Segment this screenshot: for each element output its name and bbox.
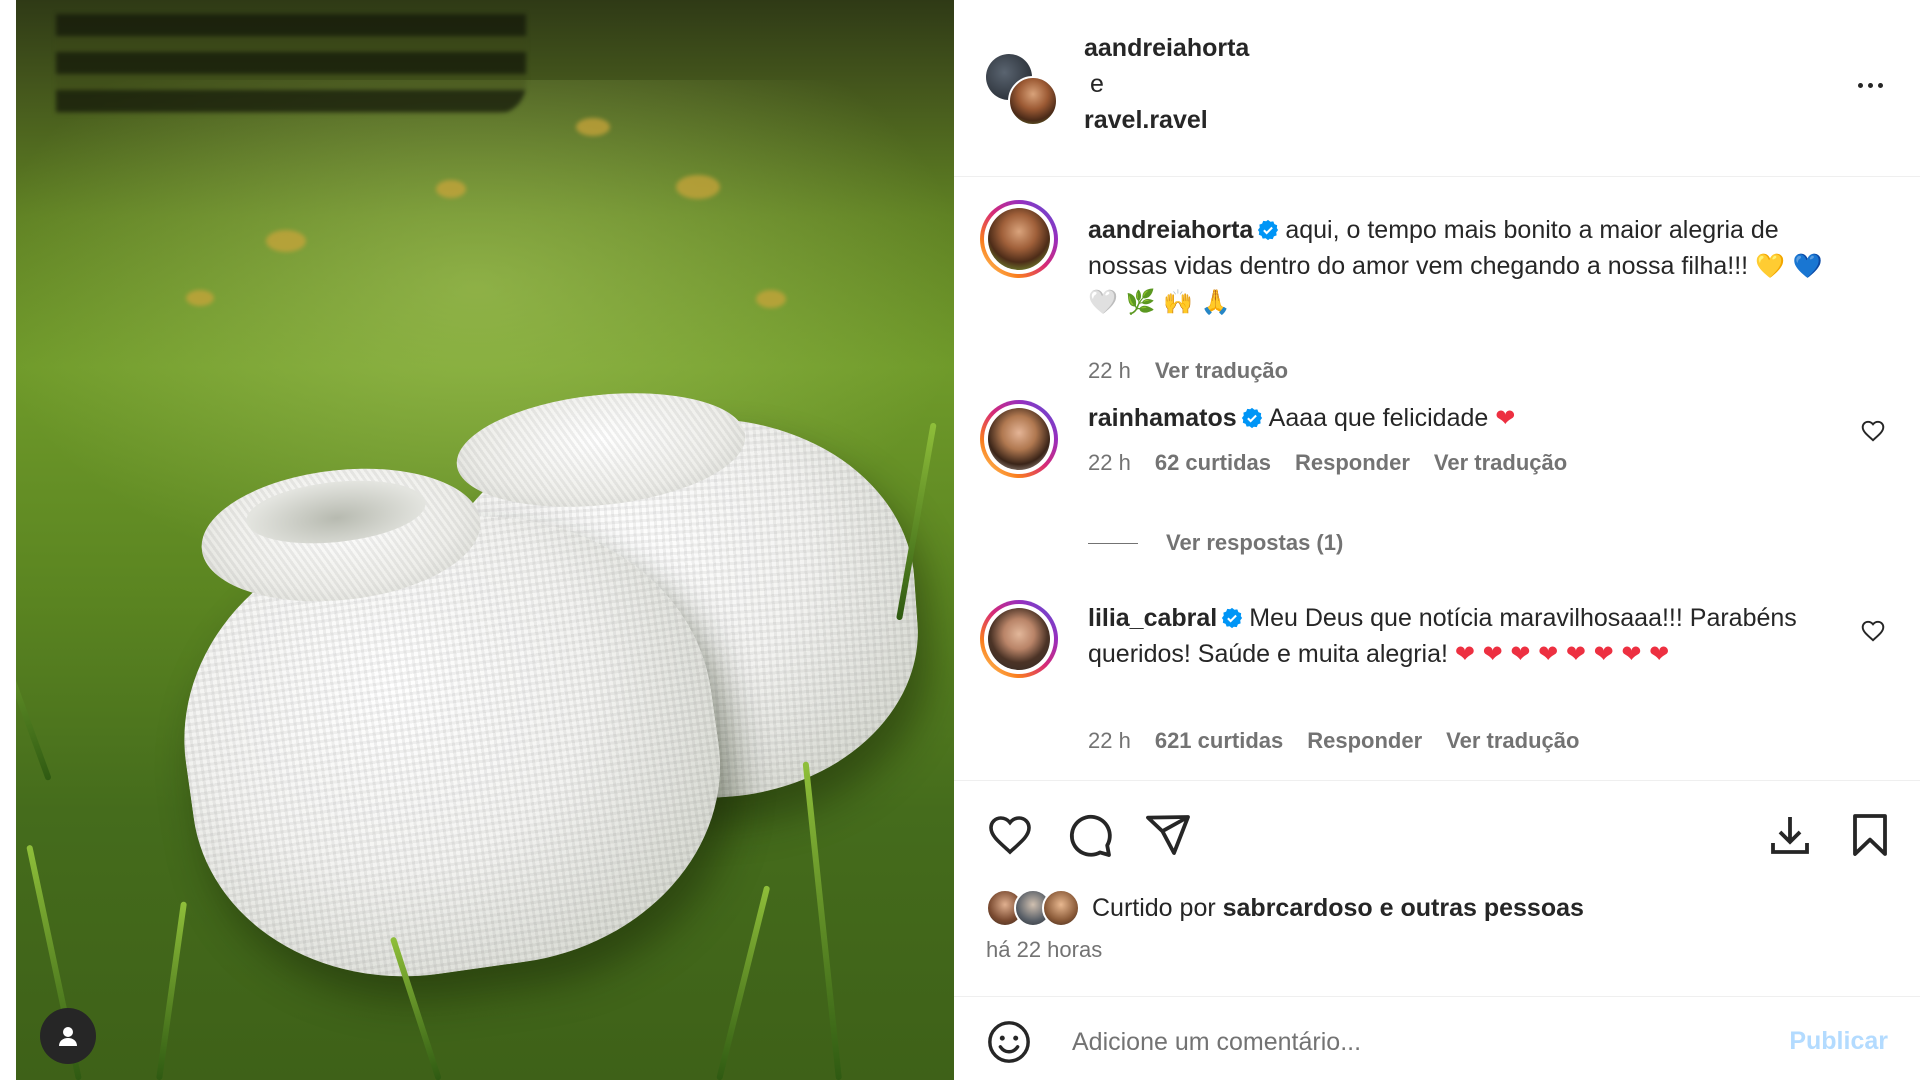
user-tag-icon (59, 1027, 77, 1046)
photo-leaf (576, 118, 610, 136)
comment-emojis: ❤ ❤ ❤ ❤ ❤ ❤ ❤ ❤ (1454, 640, 1670, 668)
view-replies-button[interactable]: Ver respostas (1) (1088, 530, 1343, 556)
comment-like-heart-icon[interactable] (1860, 618, 1886, 644)
author-link[interactable]: ravel.ravel (1084, 102, 1249, 138)
replies-divider (1088, 542, 1138, 544)
author-link[interactable]: aandreiahorta (1084, 30, 1249, 66)
timestamp[interactable]: 22 h (1088, 450, 1131, 476)
comment-input[interactable] (1070, 1019, 1754, 1065)
username[interactable]: rainhamatos (1088, 404, 1237, 432)
add-comment-bar: Publicar (954, 996, 1920, 1081)
more-options-icon[interactable] (1850, 70, 1890, 100)
like-count[interactable]: 621 curtidas (1155, 728, 1283, 754)
photo-leaf (756, 290, 786, 308)
username[interactable]: aandreiahorta (1088, 216, 1253, 244)
publish-button[interactable]: Publicar (1789, 1027, 1888, 1056)
timestamp[interactable]: 22 h (1088, 358, 1131, 384)
translate-link[interactable]: Ver tradução (1155, 358, 1288, 384)
post-details-pane: aandreiahorta e ravel.ravel aandreiahort… (954, 0, 1920, 1080)
likes-text: Curtido por sabrcardoso e outras pessoas (1092, 894, 1584, 923)
grass-blade (802, 761, 842, 1080)
user-tag-button[interactable] (40, 1008, 96, 1064)
emoji-icon[interactable] (986, 1019, 1032, 1065)
likes-others-link[interactable]: outras pessoas (1401, 894, 1584, 922)
avatar (1008, 76, 1058, 126)
translate-link[interactable]: Ver tradução (1446, 728, 1579, 754)
photo-leaf (266, 230, 306, 252)
photo-leaf (676, 175, 720, 199)
caption-text: aandreiahorta aqui, o tempo mais bonito a… (1088, 212, 1850, 320)
likes-prefix: Curtido por (1092, 893, 1216, 922)
photo-leaf (186, 290, 214, 306)
likes-summary: Curtido por sabrcardoso e outras pessoas (986, 889, 1584, 927)
comment-like-heart-icon[interactable] (1860, 418, 1886, 444)
post-time[interactable]: há 22 horas (986, 937, 1102, 963)
verified-icon (1241, 407, 1262, 429)
avatar[interactable] (980, 200, 1058, 278)
photo-background-steps (56, 14, 526, 114)
verified-icon (1258, 219, 1279, 241)
avatar[interactable] (980, 400, 1058, 478)
comment-meta: 22 h 621 curtidas Responder Ver tradução (1088, 728, 1579, 754)
comment-body: Aaaa que felicidade (1268, 404, 1489, 432)
grass-blade (16, 572, 52, 782)
download-icon[interactable] (1766, 811, 1814, 859)
heart-icon[interactable] (986, 811, 1034, 859)
collab-avatars[interactable] (986, 54, 1058, 126)
reply-link[interactable]: Responder (1295, 450, 1410, 476)
translate-link[interactable]: Ver tradução (1434, 450, 1567, 476)
post-photo[interactable] (16, 0, 954, 1080)
liker-username[interactable]: sabrcardoso (1223, 894, 1373, 922)
grass-blade (156, 901, 188, 1080)
comment-meta: 22 h 62 curtidas Responder Ver tradução (1088, 450, 1567, 476)
reply-link[interactable]: Responder (1307, 728, 1422, 754)
bookmark-icon[interactable] (1846, 811, 1894, 859)
post-actions: Curtido por sabrcardoso e outras pessoas… (954, 780, 1920, 997)
comment-text: rainhamatos Aaaa que felicidade ❤ (1088, 400, 1850, 436)
caption-meta: 22 h Ver tradução (1088, 358, 1288, 384)
comment-icon[interactable] (1066, 811, 1114, 859)
photo-leaf (436, 180, 466, 198)
timestamp[interactable]: 22 h (1088, 728, 1131, 754)
verified-icon (1222, 607, 1243, 629)
author-separator: e (1090, 70, 1104, 98)
view-replies-label: Ver respostas (1) (1166, 530, 1344, 555)
username[interactable]: lilia_cabral (1088, 604, 1217, 632)
grass-blade (716, 885, 771, 1080)
collab-authors: aandreiahorta e ravel.ravel (1084, 30, 1249, 138)
avatar (1042, 889, 1080, 927)
comments-section: aandreiahorta aqui, o tempo mais bonito a… (954, 176, 1920, 780)
avatar[interactable] (980, 600, 1058, 678)
like-count[interactable]: 62 curtidas (1155, 450, 1271, 476)
comment-emojis: ❤ (1495, 404, 1516, 432)
share-icon[interactable] (1144, 811, 1192, 859)
likes-connector: e (1379, 893, 1394, 922)
comment-text: lilia_cabral Meu Deus que notícia maravil… (1088, 600, 1850, 672)
post-header: aandreiahorta e ravel.ravel (954, 0, 1920, 177)
